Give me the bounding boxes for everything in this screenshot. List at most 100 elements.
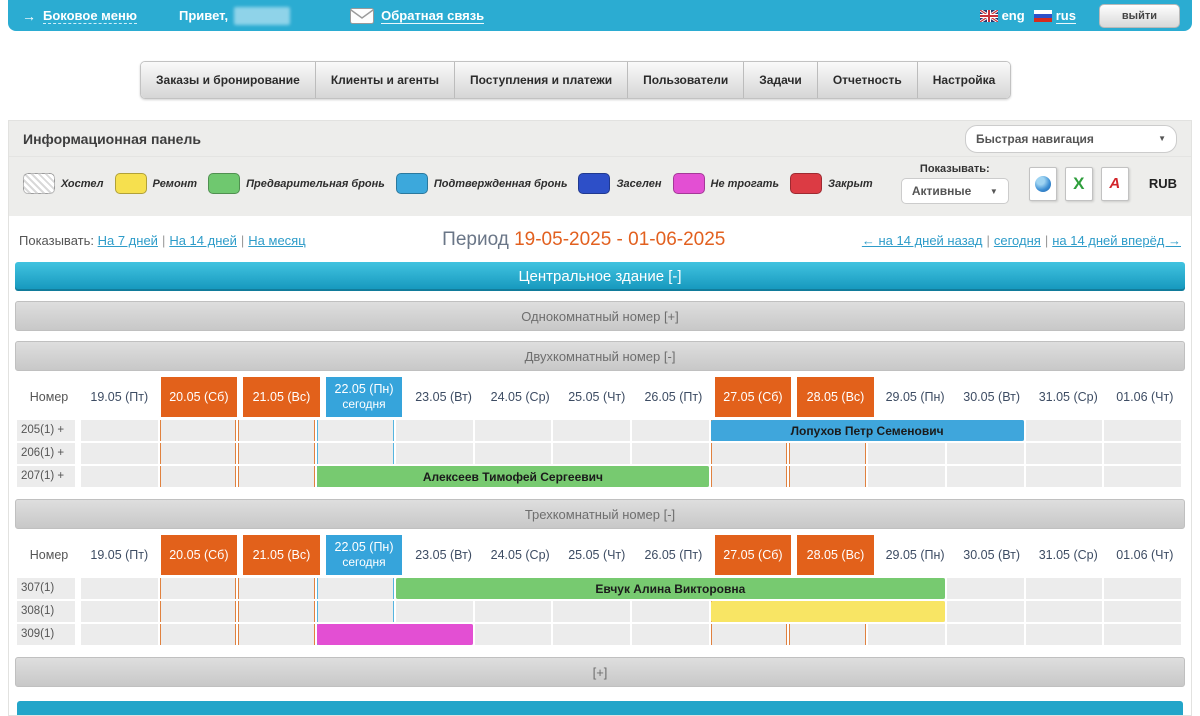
room-label[interactable]: 206(1) +: [17, 443, 81, 466]
day-cell[interactable]: [947, 601, 1026, 624]
day-cell[interactable]: [238, 624, 317, 647]
day-cell[interactable]: [81, 578, 160, 601]
day-cell[interactable]: [789, 443, 868, 466]
day-cell[interactable]: [396, 420, 475, 443]
day-cell[interactable]: [1026, 443, 1105, 466]
back-14-days-link[interactable]: ← на 14 дней назад: [862, 233, 983, 248]
show-filter-select[interactable]: Активные ▼: [901, 178, 1009, 204]
day-cell[interactable]: [81, 601, 160, 624]
quick-nav-select[interactable]: Быстрая навигация ▼: [965, 125, 1177, 153]
day-cell[interactable]: [553, 420, 632, 443]
day-cell[interactable]: [711, 443, 790, 466]
day-cell[interactable]: [789, 466, 868, 489]
day-cell[interactable]: [317, 420, 396, 443]
day-cell[interactable]: [632, 624, 711, 647]
booking-bar[interactable]: Лопухов Петр Семенович: [711, 420, 1024, 441]
forward-14-days-link[interactable]: на 14 дней вперёд →: [1052, 233, 1181, 248]
day-cell[interactable]: [81, 466, 160, 489]
day-cell[interactable]: [81, 443, 160, 466]
nav-tab[interactable]: Отчетность: [818, 62, 918, 98]
day-cell[interactable]: [317, 601, 396, 624]
range-month-link[interactable]: На месяц: [248, 233, 305, 248]
day-cell[interactable]: [1026, 601, 1105, 624]
day-cell[interactable]: [238, 601, 317, 624]
nav-tab[interactable]: Настройка: [918, 62, 1011, 98]
section-header[interactable]: Однокомнатный номер [+]: [15, 301, 1185, 331]
day-cell[interactable]: [238, 578, 317, 601]
lang-eng-label[interactable]: eng: [1002, 8, 1025, 23]
day-cell[interactable]: [1104, 578, 1183, 601]
day-cell[interactable]: [1104, 601, 1183, 624]
side-menu-link[interactable]: Боковое меню: [43, 8, 137, 24]
booking-bar[interactable]: [711, 601, 945, 622]
day-cell[interactable]: [868, 443, 947, 466]
day-cell[interactable]: [160, 601, 239, 624]
booking-bar[interactable]: Алексеев Тимофей Сергеевич: [317, 466, 709, 487]
day-cell[interactable]: [553, 601, 632, 624]
day-cell[interactable]: [632, 601, 711, 624]
day-cell[interactable]: [632, 443, 711, 466]
day-cell[interactable]: [711, 624, 790, 647]
day-cell[interactable]: [1026, 466, 1105, 489]
day-cell[interactable]: [1104, 624, 1183, 647]
day-cell[interactable]: [711, 466, 790, 489]
day-cell[interactable]: [81, 420, 160, 443]
day-cell[interactable]: [238, 420, 317, 443]
day-cell[interactable]: [553, 443, 632, 466]
day-cell[interactable]: [553, 624, 632, 647]
excel-export-icon[interactable]: X: [1065, 167, 1093, 201]
nav-tab[interactable]: Клиенты и агенты: [316, 62, 455, 98]
section-header[interactable]: Двухкомнатный номер [-]: [15, 341, 1185, 371]
day-cell[interactable]: [238, 443, 317, 466]
room-label[interactable]: 308(1): [17, 601, 81, 624]
nav-tab[interactable]: Заказы и бронирование: [141, 62, 316, 98]
day-cell[interactable]: [475, 443, 554, 466]
logout-button[interactable]: выйти: [1099, 4, 1180, 28]
day-cell[interactable]: [1026, 624, 1105, 647]
day-cell[interactable]: [160, 624, 239, 647]
html-export-icon[interactable]: [1029, 167, 1057, 201]
day-cell[interactable]: [396, 601, 475, 624]
pdf-export-icon[interactable]: A: [1101, 167, 1129, 201]
day-cell[interactable]: [81, 624, 160, 647]
day-cell[interactable]: [160, 443, 239, 466]
lang-eng[interactable]: eng: [980, 8, 1025, 23]
booking-bar[interactable]: [317, 624, 472, 645]
room-label[interactable]: 205(1) +: [17, 420, 81, 443]
nav-tab[interactable]: Поступления и платежи: [455, 62, 628, 98]
lang-rus[interactable]: rus: [1034, 8, 1076, 24]
day-cell[interactable]: [475, 420, 554, 443]
today-link[interactable]: сегодня: [994, 233, 1041, 248]
day-cell[interactable]: [317, 578, 396, 601]
day-cell[interactable]: [789, 624, 868, 647]
day-cell[interactable]: [238, 466, 317, 489]
day-cell[interactable]: [947, 624, 1026, 647]
day-cell[interactable]: [317, 443, 396, 466]
next-building-bar[interactable]: [17, 701, 1183, 715]
day-cell[interactable]: [475, 624, 554, 647]
day-cell[interactable]: [1026, 420, 1105, 443]
day-cell[interactable]: [868, 466, 947, 489]
day-cell[interactable]: [1104, 420, 1183, 443]
day-cell[interactable]: [160, 466, 239, 489]
day-cell[interactable]: [1104, 466, 1183, 489]
booking-bar[interactable]: Евчук Алина Викторовна: [396, 578, 945, 599]
day-cell[interactable]: [396, 443, 475, 466]
feedback-link[interactable]: Обратная связь: [381, 8, 484, 24]
range-14-days-link[interactable]: На 14 дней: [169, 233, 237, 248]
day-cell[interactable]: [947, 578, 1026, 601]
lang-rus-label[interactable]: rus: [1056, 8, 1076, 24]
day-cell[interactable]: [475, 601, 554, 624]
room-label[interactable]: 309(1): [17, 624, 81, 647]
day-cell[interactable]: [632, 420, 711, 443]
day-cell[interactable]: [1104, 443, 1183, 466]
building-header[interactable]: Центральное здание [-]: [15, 262, 1185, 291]
day-cell[interactable]: [947, 466, 1026, 489]
room-label[interactable]: 207(1) +: [17, 466, 81, 489]
room-label[interactable]: 307(1): [17, 578, 81, 601]
section-header[interactable]: Трехкомнатный номер [-]: [15, 499, 1185, 529]
section-header[interactable]: [+]: [15, 657, 1185, 687]
day-cell[interactable]: [947, 443, 1026, 466]
nav-tab[interactable]: Задачи: [744, 62, 818, 98]
day-cell[interactable]: [160, 578, 239, 601]
